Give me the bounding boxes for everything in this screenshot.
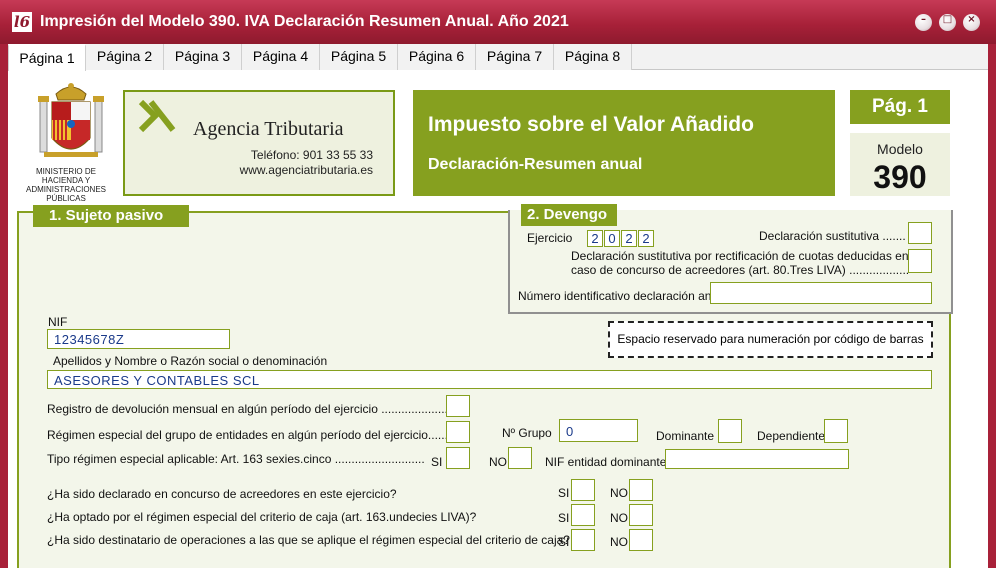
q-criterio-caja-si-label: SI: [558, 511, 570, 525]
name-value: ASESORES Y CONTABLES SCL: [54, 373, 260, 388]
q-concurso-si-checkbox[interactable]: [571, 479, 595, 501]
q-criterio-caja-si-checkbox[interactable]: [571, 504, 595, 526]
q-concurso-no-label: NO: [610, 486, 628, 500]
tipo-regimen-no-checkbox[interactable]: [508, 447, 532, 469]
nif-label: NIF: [48, 315, 68, 329]
ejercicio-digit-2[interactable]: 0: [604, 230, 620, 247]
dependiente-checkbox[interactable]: [824, 419, 848, 443]
modelo-label: Modelo: [877, 141, 923, 157]
regimen-grupo-label: Régimen especial del grupo de entidades …: [47, 428, 452, 442]
dependiente-label: Dependiente: [757, 429, 826, 443]
page-number-badge: Pág. 1: [850, 90, 950, 124]
ejercicio-label: Ejercicio: [527, 231, 573, 245]
num-anterior-input[interactable]: [710, 282, 932, 304]
q-concurso-si-label: SI: [558, 486, 570, 500]
nif-value: 12345678Z: [54, 332, 125, 347]
sustitutiva-rect-label-2: caso de concurso de acreedores (art. 80.…: [571, 263, 910, 277]
agency-name: Agencia Tributaria: [193, 118, 344, 140]
nif-entidad-input[interactable]: [665, 449, 849, 469]
tab-pagina-5[interactable]: Página 5: [320, 44, 398, 70]
sustitutiva-label: Declaración sustitutiva .......: [759, 229, 906, 243]
tax-title-box: Impuesto sobre el Valor Añadido Declarac…: [413, 90, 835, 196]
sustitutiva-checkbox[interactable]: [908, 222, 932, 244]
ejercicio-digit-4[interactable]: 2: [638, 230, 654, 247]
tipo-regimen-si-label: SI: [431, 455, 443, 469]
agency-box: Agencia Tributaria Teléfono: 901 33 55 3…: [123, 90, 395, 196]
sustitutiva-rect-label-1: Declaración sustitutiva por rectificació…: [571, 249, 909, 263]
barcode-area: Espacio reservado para numeración por có…: [608, 321, 933, 358]
num-anterior-label: Número identificativo declaración anteri…: [518, 289, 739, 303]
app-logo-icon: l6: [12, 12, 32, 32]
tab-pagina-8[interactable]: Página 8: [554, 44, 632, 70]
nif-input[interactable]: 12345678Z: [47, 329, 230, 349]
tipo-regimen-no-label: NO: [489, 455, 507, 469]
n-grupo-value: 0: [566, 424, 574, 439]
q-destinatario-si-label: SI: [558, 535, 570, 549]
name-label: Apellidos y Nombre o Razón social o deno…: [53, 354, 328, 368]
close-icon: ×: [967, 14, 976, 25]
tab-pagina-7[interactable]: Página 7: [476, 44, 554, 70]
n-grupo-input[interactable]: 0: [559, 419, 638, 442]
q-criterio-caja-label: ¿Ha optado por el régimen especial del c…: [47, 510, 477, 524]
registro-devolucion-checkbox[interactable]: [446, 395, 470, 417]
tab-pagina-2[interactable]: Página 2: [86, 44, 164, 70]
modelo-number: 390: [873, 159, 927, 195]
q-destinatario-no-label: NO: [610, 535, 628, 549]
tax-subtitle: Declaración-Resumen anual: [428, 156, 643, 173]
section-heading-devengo: 2. Devengo: [521, 204, 617, 226]
q-destinatario-si-checkbox[interactable]: [571, 529, 595, 551]
ejercicio-digit-3[interactable]: 2: [621, 230, 637, 247]
name-input[interactable]: ASESORES Y CONTABLES SCL: [47, 370, 932, 389]
tipo-regimen-label: Tipo régimen especial aplicable: Art. 16…: [47, 452, 425, 466]
sustitutiva-rect-checkbox[interactable]: [908, 249, 932, 273]
agency-web: www.agenciatributaria.es: [239, 163, 373, 177]
barcode-label: Espacio reservado para numeración por có…: [617, 332, 924, 346]
maximize-icon: □: [942, 14, 953, 25]
q-concurso-no-checkbox[interactable]: [629, 479, 653, 501]
n-grupo-label: Nº Grupo: [502, 426, 552, 440]
dominante-checkbox[interactable]: [718, 419, 742, 443]
tab-bar: Página 1 Página 2 Página 3 Página 4 Pági…: [8, 44, 988, 71]
modelo-box: Modelo 390: [850, 133, 950, 196]
q-concurso-label: ¿Ha sido declarado en concurso de acreed…: [47, 487, 397, 501]
q-destinatario-label: ¿Ha sido destinatario de operaciones a l…: [47, 533, 570, 547]
section-heading-sujeto-pasivo: 1. Sujeto pasivo: [33, 205, 189, 227]
agency-phone: Teléfono: 901 33 55 33: [250, 148, 373, 162]
q-criterio-caja-no-label: NO: [610, 511, 628, 525]
q-destinatario-no-checkbox[interactable]: [629, 529, 653, 551]
regimen-grupo-checkbox[interactable]: [446, 421, 470, 443]
tax-title: Impuesto sobre el Valor Añadido: [428, 113, 754, 136]
agency-logo-icon: [138, 100, 176, 133]
ejercicio-digit-1[interactable]: 2: [587, 230, 603, 247]
window-title: Impresión del Modelo 390. IVA Declaració…: [40, 13, 569, 30]
minimize-icon: –: [921, 14, 926, 25]
tab-pagina-6[interactable]: Página 6: [398, 44, 476, 70]
registro-devolucion-label: Registro de devolución mensual en algún …: [47, 402, 448, 416]
q-criterio-caja-no-checkbox[interactable]: [629, 504, 653, 526]
minimize-button[interactable]: –: [915, 14, 932, 31]
tab-pagina-3[interactable]: Página 3: [164, 44, 242, 70]
tab-pagina-4[interactable]: Página 4: [242, 44, 320, 70]
coat-of-arms-icon: [38, 83, 104, 157]
title-bar[interactable]: l6 Impresión del Modelo 390. IVA Declara…: [0, 0, 996, 44]
tab-pagina-1[interactable]: Página 1: [8, 44, 86, 71]
close-button[interactable]: ×: [963, 14, 980, 31]
dominante-label: Dominante: [656, 429, 715, 443]
ministry-label: MINISTERIO DE HACIENDA Y ADMINISTRACIONE…: [25, 167, 106, 203]
nif-entidad-label: NIF entidad dominante: [545, 455, 667, 469]
tipo-regimen-si-checkbox[interactable]: [446, 447, 470, 469]
maximize-button[interactable]: □: [939, 14, 956, 31]
